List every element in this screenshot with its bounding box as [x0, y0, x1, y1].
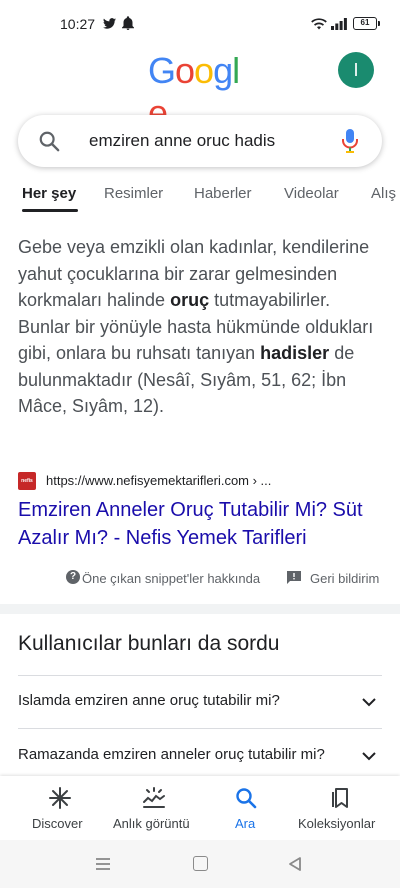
search-input[interactable]: emziren anne oruc hadis	[89, 131, 275, 151]
google-logo[interactable]: Google	[148, 50, 258, 133]
result-title-link[interactable]: Emziren Anneler Oruç Tutabilir Mi? Süt A…	[18, 496, 388, 552]
logo-letter: G	[148, 50, 176, 91]
people-also-ask-title: Kullanıcılar bunları da sordu	[18, 632, 280, 655]
logo-letter: l	[232, 50, 240, 91]
battery-icon: 61	[353, 17, 380, 30]
featured-snippet-text: Gebe veya emzikli olan kadınlar, kendile…	[18, 234, 382, 420]
help-icon[interactable]: ?	[66, 570, 80, 584]
tab-resimler[interactable]: Resimler	[104, 185, 163, 202]
wifi-icon	[311, 18, 327, 30]
logo-letter: o	[175, 50, 195, 91]
nav-search[interactable]: Ara	[210, 776, 280, 840]
search-icon	[236, 788, 257, 809]
status-time: 10:27	[60, 16, 96, 32]
chevron-down-icon[interactable]	[362, 698, 376, 707]
section-divider	[0, 604, 400, 614]
search-icon[interactable]	[38, 130, 60, 152]
system-navigation-bar	[0, 840, 400, 888]
bell-icon	[122, 16, 134, 30]
divider	[18, 675, 382, 676]
twitter-icon	[103, 18, 116, 29]
tab-her-sey[interactable]: Her şey	[22, 185, 76, 202]
logo-letter: o	[194, 50, 214, 91]
chevron-down-icon[interactable]	[362, 752, 376, 761]
nav-label: Anlık görüntü	[113, 816, 190, 831]
snippet-feedback-row: ? Öne çıkan snippet'ler hakkında Geri bi…	[0, 568, 400, 588]
result-source[interactable]: nefis https://www.nefisyemektarifleri.co…	[18, 470, 382, 490]
asterisk-icon	[49, 787, 71, 809]
nav-label: Ara	[235, 816, 256, 831]
nav-label: Discover	[32, 816, 83, 831]
bookmarks-icon	[332, 788, 348, 808]
feedback-icon[interactable]	[287, 571, 301, 584]
microphone-icon[interactable]	[340, 128, 360, 154]
status-bar: 10:27 61	[0, 0, 400, 50]
nav-label: Koleksiyonlar	[298, 816, 376, 831]
about-snippets-link[interactable]: Öne çıkan snippet'ler hakkında	[82, 571, 260, 586]
feedback-link[interactable]: Geri bildirim	[310, 571, 379, 586]
active-tab-indicator	[22, 209, 78, 212]
tab-alis[interactable]: Alış	[371, 185, 396, 202]
back-icon[interactable]	[288, 856, 302, 872]
signal-icon	[331, 18, 347, 30]
paa-question[interactable]: Ramazanda emziren anneler oruç tutabilir…	[18, 746, 325, 763]
nav-discover[interactable]: Discover	[20, 776, 100, 840]
snippet-highlight: hadisler	[260, 343, 330, 363]
nav-collections[interactable]: Koleksiyonlar	[296, 776, 386, 840]
paa-question[interactable]: Islamda emziren anne oruç tutabilir mi?	[18, 692, 280, 709]
nav-snapshot[interactable]: Anlık görüntü	[108, 776, 200, 840]
snippet-highlight: oruç	[170, 290, 210, 310]
menu-icon[interactable]	[94, 857, 112, 871]
bottom-navigation: Discover Anlık görüntü Ara Koleksiyonlar	[0, 776, 400, 840]
tab-haberler[interactable]: Haberler	[194, 185, 252, 202]
search-box[interactable]: emziren anne oruc hadis	[18, 115, 382, 167]
tab-videolar[interactable]: Videolar	[284, 185, 339, 202]
logo-letter: g	[213, 50, 233, 91]
home-button[interactable]	[193, 856, 208, 871]
account-avatar[interactable]: I	[338, 52, 374, 88]
source-url[interactable]: https://www.nefisyemektarifleri.com › ..…	[46, 473, 271, 488]
search-tabs: Her şey Resimler Haberler Videolar Alış	[0, 175, 400, 213]
divider	[18, 728, 382, 729]
site-favicon: nefis	[18, 472, 36, 490]
snapshot-icon	[143, 787, 165, 808]
